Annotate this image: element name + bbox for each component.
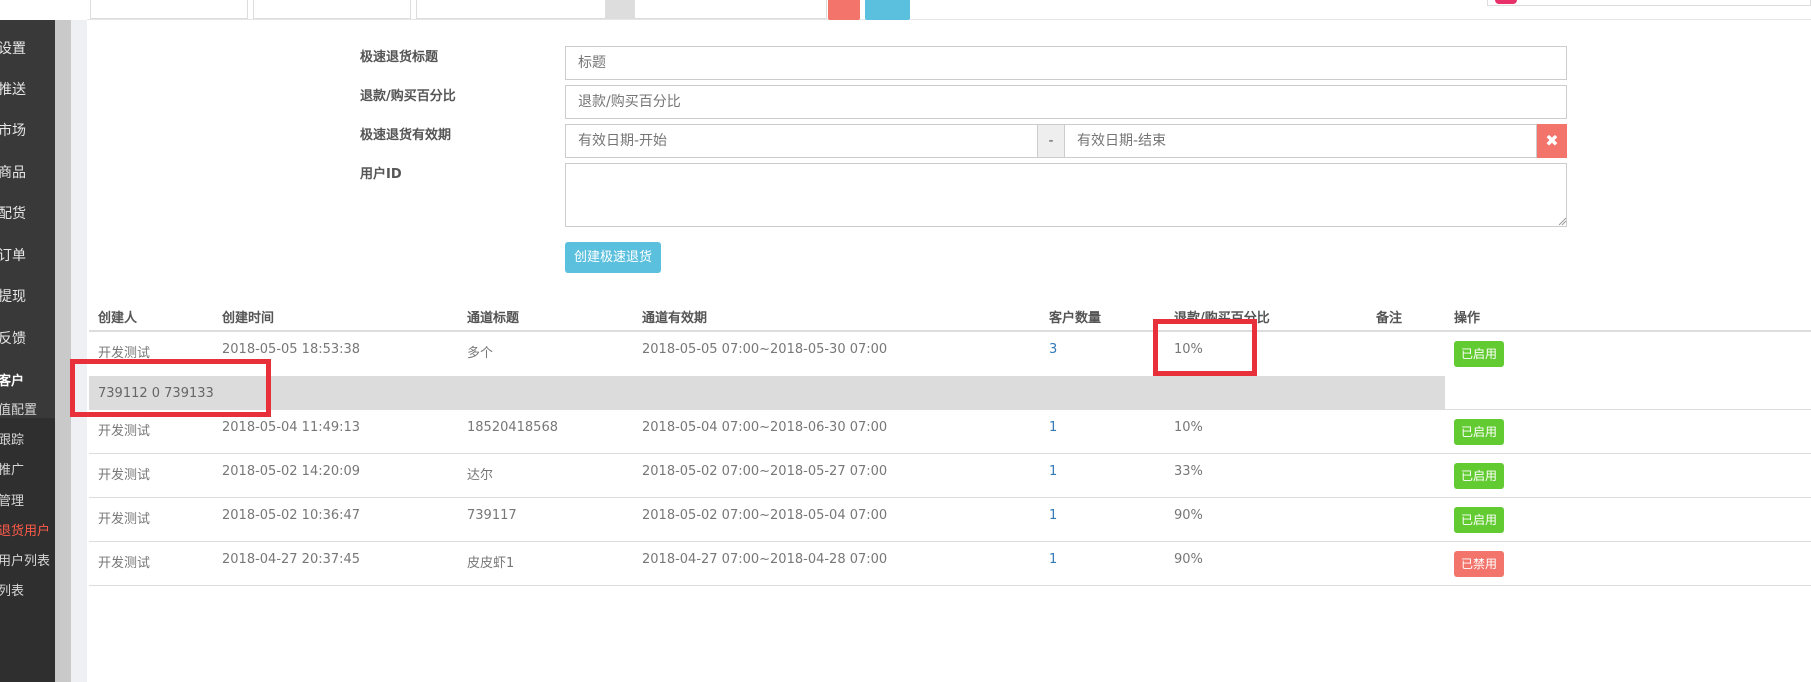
row3-status-button[interactable]: 已启用 (1454, 463, 1504, 489)
row-divider (89, 541, 1811, 542)
sidebar-sub-return-users[interactable]: 退货用户 (0, 520, 50, 539)
row1-validity: 2018-05-05 07:00~2018-05-30 07:00 (642, 342, 888, 357)
row2-created-time: 2018-05-04 11:49:13 (222, 420, 361, 435)
sidebar-item-orders[interactable]: 订单 (0, 245, 26, 265)
top-right-badge-icon (1495, 0, 1517, 4)
date-start-input[interactable] (565, 124, 1038, 158)
percent-input[interactable] (565, 85, 1567, 119)
row5-count-link[interactable]: 1 (1049, 552, 1057, 567)
th-remark: 备注 (1376, 311, 1403, 326)
th-customer-count: 客户数量 (1049, 311, 1102, 326)
annotation-box-percent (1153, 319, 1257, 376)
content-gutter (71, 20, 87, 682)
sidebar-item-goods[interactable]: 商品 (0, 162, 26, 182)
row-divider (89, 497, 1811, 498)
row3-title: 达尔 (467, 468, 494, 483)
th-channel-validity: 通道有效期 (642, 311, 708, 326)
top-filter-bar (87, 0, 1811, 20)
filter-date-separator (606, 0, 634, 19)
user-id-label: 用户ID (360, 167, 402, 182)
row3-created-time: 2018-05-02 14:20:09 (222, 464, 361, 479)
sidebar-sub-tracking[interactable]: 跟踪 (0, 429, 24, 448)
sidebar-item-market[interactable]: 市场 (0, 120, 26, 140)
sidebar-scrollbar[interactable] (55, 20, 71, 682)
sidebar-sub-user-list[interactable]: 用户列表 (0, 550, 50, 569)
row4-title: 739117 (467, 508, 517, 523)
date-separator: - (1037, 124, 1065, 158)
row2-count-link[interactable]: 1 (1049, 420, 1057, 435)
row3-validity: 2018-05-02 07:00~2018-05-27 07:00 (642, 464, 888, 479)
percent-label: 退款/购买百分比 (360, 89, 456, 104)
row2-status-button[interactable]: 已启用 (1454, 419, 1504, 445)
sidebar-item-feedback[interactable]: 反馈 (0, 328, 26, 348)
row3-creator: 开发测试 (98, 468, 151, 483)
sidebar-item-push[interactable]: 推送 (0, 79, 26, 99)
validity-label: 极速退货有效期 (360, 128, 452, 143)
filter-input-2[interactable] (253, 0, 411, 19)
sidebar-sub-list[interactable]: 列表 (0, 580, 24, 599)
row4-status-button[interactable]: 已启用 (1454, 507, 1504, 533)
row2-percent: 10% (1174, 420, 1203, 435)
row2-validity: 2018-05-04 07:00~2018-06-30 07:00 (642, 420, 888, 435)
table-header-divider (89, 330, 1811, 332)
row5-percent: 90% (1174, 552, 1203, 567)
resize-grip-icon[interactable] (1557, 216, 1567, 226)
row-divider (89, 585, 1811, 586)
sidebar-sub-customers[interactable]: 客户 (0, 370, 24, 389)
th-created-time: 创建时间 (222, 311, 275, 326)
row3-percent: 33% (1174, 464, 1203, 479)
row5-status-button[interactable]: 已禁用 (1454, 551, 1504, 577)
row5-title: 皮皮虾1 (467, 556, 515, 571)
row-divider (89, 453, 1811, 454)
filter-date-end[interactable] (634, 0, 827, 19)
th-action: 操作 (1454, 311, 1481, 326)
th-channel-title: 通道标题 (467, 311, 520, 326)
filter-date-start[interactable] (416, 0, 606, 19)
sidebar-sub-promotion[interactable]: 推广 (0, 459, 24, 478)
sidebar-item-withdraw[interactable]: 提现 (0, 286, 26, 306)
row5-validity: 2018-04-27 07:00~2018-04-28 07:00 (642, 552, 888, 567)
filter-clear-button[interactable] (828, 0, 860, 20)
user-id-textarea[interactable] (565, 163, 1567, 227)
row1-status-button[interactable]: 已启用 (1454, 341, 1504, 367)
filter-input-1[interactable] (90, 0, 248, 19)
row5-created-time: 2018-04-27 20:37:45 (222, 552, 361, 567)
row4-creator: 开发测试 (98, 512, 151, 527)
date-end-input[interactable] (1064, 124, 1537, 158)
filter-search-button[interactable] (865, 0, 910, 20)
row2-title: 18520418568 (467, 420, 558, 435)
top-right-box (1487, 0, 1811, 6)
row1-count-link[interactable]: 3 (1049, 342, 1057, 357)
row2-creator: 开发测试 (98, 424, 151, 439)
annotation-box-detail (70, 359, 271, 417)
sidebar-item-settings[interactable]: 设置 (0, 38, 26, 58)
sidebar-sub-management[interactable]: 管理 (0, 490, 24, 509)
row1-created-time: 2018-05-05 18:53:38 (222, 342, 361, 357)
th-creator: 创建人 (98, 311, 138, 326)
row-divider (89, 409, 1811, 410)
row1-title: 多个 (467, 346, 494, 361)
row4-created-time: 2018-05-02 10:36:47 (222, 508, 361, 523)
main-content: 极速退货标题 退款/购买百分比 极速退货有效期 - ✖ 用户ID 创建极速退货 … (87, 20, 1811, 682)
title-input[interactable] (565, 46, 1567, 80)
create-return-button[interactable]: 创建极速退货 (565, 242, 661, 273)
sidebar-item-distribution[interactable]: 配货 (0, 203, 26, 223)
sidebar-sub-config[interactable]: 值配置 (0, 399, 37, 418)
row3-count-link[interactable]: 1 (1049, 464, 1057, 479)
date-clear-button[interactable]: ✖ (1537, 124, 1567, 158)
row4-validity: 2018-05-02 07:00~2018-05-04 07:00 (642, 508, 888, 523)
title-label: 极速退货标题 (360, 50, 439, 65)
sidebar: 设置 推送 市场 商品 配货 订单 提现 反馈 客户 值配置 跟踪 推广 管理 … (0, 20, 55, 682)
row4-count-link[interactable]: 1 (1049, 508, 1057, 523)
close-icon: ✖ (1545, 131, 1559, 150)
row1-expanded-detail (89, 376, 1445, 409)
row5-creator: 开发测试 (98, 556, 151, 571)
row4-percent: 90% (1174, 508, 1203, 523)
